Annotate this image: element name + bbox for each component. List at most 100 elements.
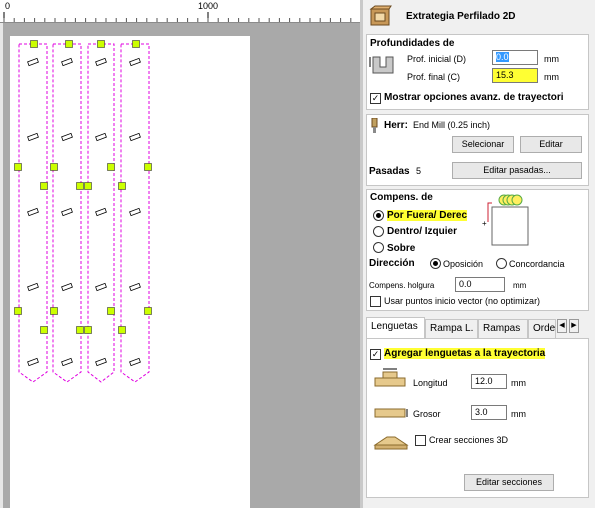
tab-marker — [30, 40, 38, 48]
profile-strategy-icon — [369, 5, 392, 26]
tab-marker — [50, 163, 58, 171]
radio-inside[interactable] — [373, 226, 384, 237]
canvas-area[interactable]: 0 1000 — [0, 0, 360, 508]
radio-opposition[interactable] — [430, 258, 441, 269]
tab-marker — [65, 40, 73, 48]
cut-direction-mark — [95, 207, 107, 217]
end-depth-value: 15.3 — [496, 70, 514, 80]
passes-label: Pasadas — [369, 166, 410, 177]
cut-direction-mark — [95, 282, 107, 292]
cut-direction-mark — [95, 357, 107, 367]
cut-direction-mark — [129, 357, 141, 367]
edit-passes-button[interactable]: Editar pasadas... — [452, 162, 582, 179]
thickness-unit: mm — [511, 409, 526, 419]
direction-label: Dirección — [369, 258, 415, 269]
cut-direction-mark — [27, 207, 39, 217]
advanced-options-checkbox[interactable]: ✓ — [370, 93, 381, 104]
end-depth-label: Prof. final (C) — [407, 72, 461, 82]
cut-direction-mark — [129, 57, 141, 67]
radio-outside[interactable] — [373, 210, 384, 221]
cut-direction-mark — [95, 132, 107, 142]
cut-direction-mark — [61, 282, 73, 292]
cut-direction-mark — [61, 207, 73, 217]
start-depth-unit: mm — [544, 54, 559, 64]
cut-direction-mark — [27, 57, 39, 67]
tool-name: End Mill (0.25 inch) — [413, 120, 491, 130]
start-depth-value: 0.0 — [496, 52, 509, 62]
add-tabs-checkbox[interactable]: ✓ — [370, 349, 381, 360]
edit-tool-button[interactable]: Editar — [520, 136, 582, 153]
radio-opposition-label: Oposición — [443, 259, 484, 269]
svg-text:+: + — [482, 219, 487, 228]
compensation-heading: Compens. de — [370, 192, 433, 203]
select-tool-button[interactable]: Selecionar — [452, 136, 514, 153]
tab-scroll-right-icon[interactable]: ▶ — [569, 319, 579, 333]
length-label: Longitud — [413, 378, 448, 388]
radio-climb-label: Concordancia — [509, 259, 565, 269]
create-3d-sections-checkbox[interactable] — [415, 435, 426, 446]
passes-value: 5 — [416, 166, 422, 176]
allowance-value: 0.0 — [459, 279, 472, 289]
tab-length-icon — [374, 368, 406, 387]
tab-marker — [14, 307, 22, 315]
tab-marker — [84, 182, 92, 190]
toolpath-panel: Extrategia Perfilado 2D Profundidades de… — [363, 0, 595, 508]
thickness-input[interactable]: 3.0 — [471, 405, 507, 420]
end-depth-input[interactable]: 15.3 — [492, 68, 538, 83]
3d-tab-icon — [373, 436, 409, 450]
cut-direction-mark — [27, 132, 39, 142]
tab-marker — [118, 326, 126, 334]
panel-title: Extrategia Perfilado 2D — [406, 11, 516, 22]
tab-marker — [76, 326, 84, 334]
tab-marker — [132, 40, 140, 48]
tool-section: Herr: End Mill (0.25 inch) Selecionar Ed… — [366, 114, 589, 186]
cut-direction-mark — [27, 357, 39, 367]
cut-direction-mark — [129, 282, 141, 292]
allowance-unit: mm — [513, 281, 527, 290]
panel-header: Extrategia Perfilado 2D — [363, 0, 595, 34]
cut-direction-mark — [129, 207, 141, 217]
advanced-options-label: Mostrar opciones avanz. de trayectori — [384, 92, 564, 103]
thickness-label: Grosor — [413, 409, 441, 419]
edit-sections-button[interactable]: Editar secciones — [464, 474, 554, 491]
radio-inside-label: Dentro/ Izquier — [387, 226, 458, 237]
end-mill-icon — [371, 118, 378, 133]
start-points-checkbox[interactable] — [370, 296, 381, 307]
tab-marker — [76, 182, 84, 190]
tab-scroll-left-icon[interactable]: ◀ — [557, 319, 567, 333]
start-depth-input[interactable]: 0.0 — [492, 50, 538, 65]
tab-marker — [97, 40, 105, 48]
tab-marker — [118, 182, 126, 190]
allowance-label: Compens. holgura — [369, 281, 435, 290]
offset-preview-icon: + — [482, 194, 529, 246]
tab-marker — [144, 163, 152, 171]
create-3d-sections-label: Crear secciones 3D — [429, 435, 509, 445]
allowance-input[interactable]: 0.0 — [455, 277, 505, 292]
tab-orden[interactable]: Orde — [528, 319, 556, 338]
cut-direction-mark — [27, 282, 39, 292]
depths-section: Profundidades de Prof. inicial (D) 0.0 m… — [366, 34, 589, 110]
toolpath-preview — [14, 40, 152, 383]
radio-on[interactable] — [373, 242, 384, 253]
add-tabs-label: Agregar lenguetas a la trayectoria — [384, 348, 546, 359]
tab-lenguetas[interactable]: Lenguetas — [366, 317, 425, 338]
lenguetas-panel: ✓ Agregar lenguetas a la trayectoria Lon… — [366, 338, 589, 498]
length-unit: mm — [511, 378, 526, 388]
tab-marker — [40, 326, 48, 334]
radio-climb[interactable] — [496, 258, 507, 269]
length-input[interactable]: 12.0 — [471, 374, 507, 389]
tab-rampas[interactable]: Rampas — [478, 319, 528, 338]
length-value: 12.0 — [475, 376, 493, 386]
tab-rampa-l[interactable]: Rampa L. — [425, 319, 478, 338]
tab-marker — [50, 307, 58, 315]
compensation-section: Compens. de Por Fuera/ Derec Dentro/ Izq… — [366, 189, 589, 311]
options-tabbar: Lenguetas Rampa L. Rampas Orde ◀ ▶ — [366, 317, 589, 338]
tab-marker — [107, 163, 115, 171]
end-depth-unit: mm — [544, 72, 559, 82]
cut-direction-mark — [61, 357, 73, 367]
tab-thickness-icon — [374, 408, 408, 418]
start-depth-label: Prof. inicial (D) — [407, 54, 467, 64]
tool-label: Herr: — [384, 120, 408, 131]
cut-direction-mark — [129, 132, 141, 142]
radio-on-label: Sobre — [387, 243, 416, 254]
